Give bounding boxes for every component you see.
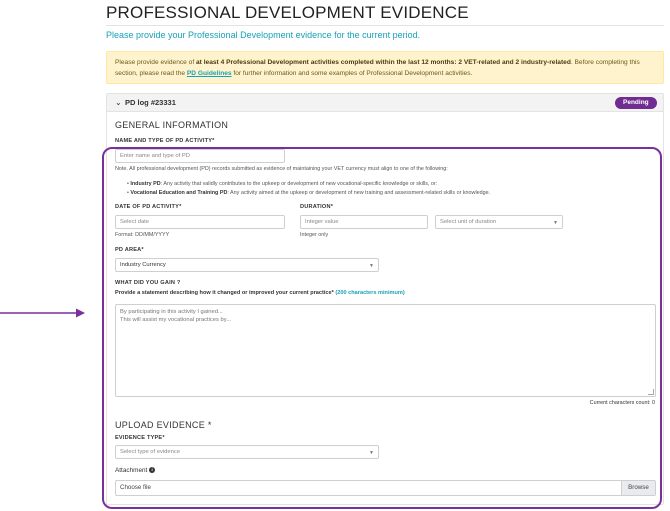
browse-button[interactable]: Browse	[621, 481, 655, 495]
alert-text-3: for further information and some example…	[231, 70, 473, 77]
page-title: PROFESSIONAL DEVELOPMENT EVIDENCE	[106, 3, 469, 22]
name-type-input[interactable]: Enter name and type of PD	[115, 149, 285, 163]
character-count: Current characters count: 0	[589, 400, 655, 406]
duration-hint: Integer only	[300, 232, 329, 238]
pd-log-header[interactable]: ⌄ PD log #23331 Pending	[107, 94, 663, 112]
attachment-file-input[interactable]: Choose file Browse	[115, 480, 656, 496]
list-item: • Industry PD: Any activity that validly…	[127, 181, 438, 187]
attachment-label-group: Attachment i	[115, 467, 156, 474]
pointer-arrow-icon	[0, 308, 85, 318]
caret-down-icon: ▼	[553, 220, 558, 226]
page-subtitle: Please provide your Professional Develop…	[106, 30, 421, 40]
evidence-type-label: EVIDENCE TYPE*	[115, 435, 165, 441]
duration-unit-select[interactable]: Select unit of duration ▼	[435, 215, 563, 229]
caret-down-icon: ▼	[369, 263, 374, 269]
upload-evidence-heading: UPLOAD EVIDENCE *	[115, 420, 212, 430]
list-item: • Vocational Education and Training PD: …	[127, 190, 491, 196]
chevron-down-icon[interactable]: ⌄	[115, 98, 122, 107]
name-type-label: NAME AND TYPE OF PD ACTIVITY*	[115, 138, 215, 144]
alert-text-1: Please provide evidence of	[115, 59, 197, 66]
pd-area-select[interactable]: Industry Currency ▼	[115, 258, 379, 272]
choose-file-text: Choose file	[120, 484, 151, 491]
gain-min-hint: (200 characters minimum)	[333, 290, 405, 296]
evidence-type-select[interactable]: Select type of evidence ▼	[115, 445, 379, 459]
date-label: DATE OF PD ACTIVITY*	[115, 204, 182, 210]
pd-log-title: PD log #23331	[125, 98, 176, 107]
alert-bold-text: at least 4 Professional Development acti…	[196, 59, 571, 66]
pd-area-label: PD AREA*	[115, 247, 144, 253]
duration-unit-value: Select unit of duration	[440, 219, 497, 225]
date-input[interactable]: Select date	[115, 215, 285, 229]
gain-prompt-text: Provide a statement describing how it ch…	[115, 290, 334, 296]
evidence-type-value: Select type of evidence	[120, 449, 180, 455]
pd-guidelines-link[interactable]: PD Guidelines	[187, 70, 232, 77]
gain-placeholder-line-1: By participating in this activity I gain…	[120, 309, 223, 315]
attachment-label: Attachment	[115, 467, 148, 474]
title-divider	[106, 25, 664, 26]
gain-label: WHAT DID YOU GAIN ?	[115, 280, 181, 286]
caret-down-icon: ▼	[369, 450, 374, 456]
pd-area-value: Industry Currency	[120, 262, 166, 268]
pd-log-card: ⌄ PD log #23331 Pending GENERAL INFORMAT…	[106, 93, 664, 505]
guidelines-alert: Please provide evidence of at least 4 Pr…	[106, 51, 664, 84]
date-format-hint: Format: DD/MM/YYYY	[115, 232, 170, 238]
gain-prompt: Provide a statement describing how it ch…	[115, 290, 405, 296]
status-badge: Pending	[615, 97, 657, 109]
gain-placeholder-line-2: This will assist my vocational practices…	[120, 317, 232, 323]
pd-types-list: • Industry PD: Any activity that validly…	[127, 180, 490, 198]
pd-note: Note. All professional development (PD) …	[115, 166, 448, 172]
duration-input[interactable]: Integer value	[300, 215, 428, 229]
duration-label: DURATION*	[300, 204, 334, 210]
general-information-heading: GENERAL INFORMATION	[115, 120, 229, 130]
info-icon: i	[149, 467, 156, 473]
gain-statement-textarea[interactable]: By participating in this activity I gain…	[115, 304, 656, 397]
resize-handle-icon[interactable]	[648, 389, 654, 395]
